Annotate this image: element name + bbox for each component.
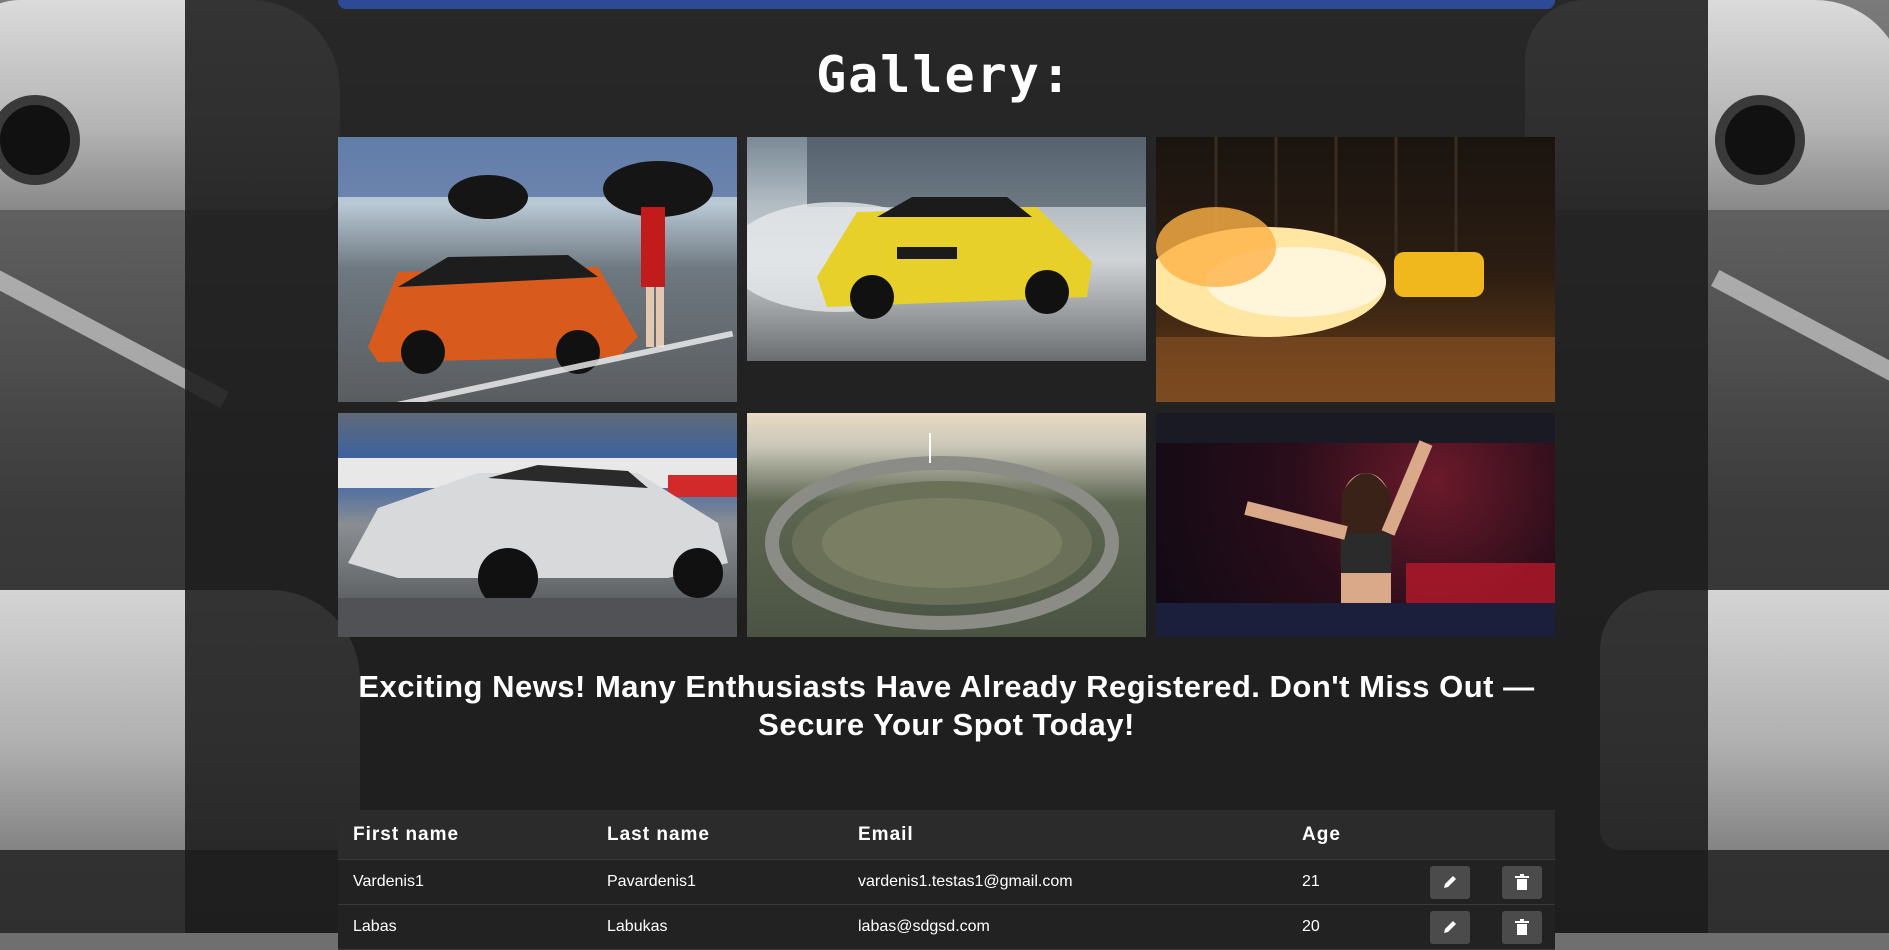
registrations-table: First name Last name Email Age Vardenis1…	[338, 810, 1555, 950]
top-bar	[338, 0, 1555, 9]
delete-button[interactable]	[1502, 865, 1542, 899]
cell-email: labas@sdgsd.com	[858, 918, 990, 935]
header-first-name: First name	[353, 823, 460, 845]
edit-button[interactable]	[1430, 865, 1470, 899]
bg-wheel	[1715, 95, 1805, 185]
table-row: Labas Labukas labas@sdgsd.com 20	[338, 905, 1555, 950]
gallery-photo-4[interactable]	[338, 413, 737, 637]
table-row: Vardenis1 Pavardenis1 vardenis1.testas1@…	[338, 860, 1555, 905]
cell-first-name: Vardenis1	[353, 873, 424, 890]
cell-age: 20	[1302, 918, 1320, 935]
bg-road-stripe	[1710, 270, 1889, 408]
cell-last-name: Labukas	[607, 918, 668, 935]
header-email: Email	[858, 823, 914, 845]
cell-email: vardenis1.testas1@gmail.com	[858, 873, 1073, 890]
header-age: Age	[1302, 823, 1341, 845]
gallery-photo-3[interactable]	[1156, 137, 1555, 402]
edit-button[interactable]	[1430, 910, 1470, 944]
gallery-photo-2[interactable]	[747, 137, 1146, 361]
cell-first-name: Labas	[353, 918, 397, 935]
delete-button[interactable]	[1502, 910, 1542, 944]
header-last-name: Last name	[607, 823, 710, 845]
cell-last-name: Pavardenis1	[607, 873, 696, 890]
trash-icon	[1515, 874, 1529, 890]
gallery-photo-1[interactable]	[338, 137, 737, 402]
cell-age: 21	[1302, 873, 1320, 890]
pencil-icon	[1444, 876, 1456, 888]
gallery-photo-6[interactable]	[1156, 413, 1555, 637]
table-header: First name Last name Email Age	[338, 810, 1555, 860]
gallery-photo-5[interactable]	[747, 413, 1146, 637]
news-headline: Exciting News! Many Enthusiasts Have Alr…	[358, 669, 1535, 742]
gallery-title: Gallery:	[816, 46, 1073, 104]
